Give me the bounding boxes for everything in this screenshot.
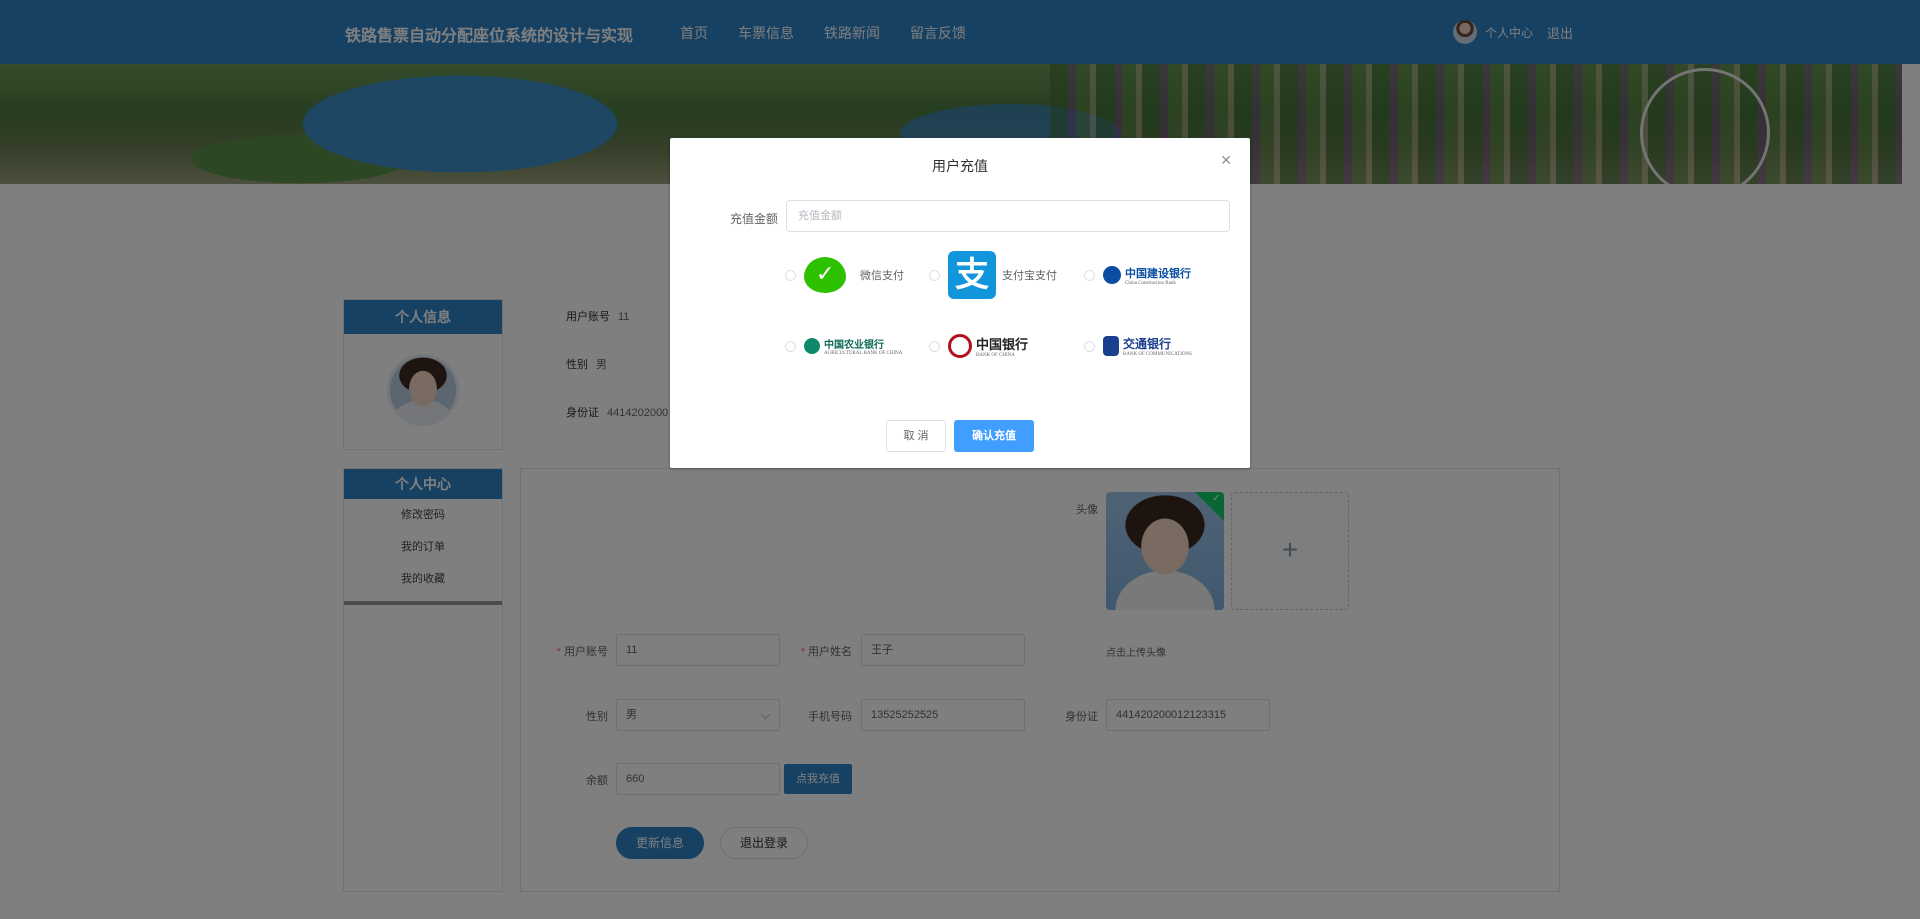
close-icon[interactable]: ✕ (1220, 152, 1232, 169)
pay-option-alipay[interactable]: 支 支付宝支付 (929, 250, 1057, 300)
wechat-pay-label: 微信支付 (860, 270, 904, 282)
radio-ccb[interactable] (1084, 269, 1095, 281)
boc-logo: 中国银行 BANK OF CHINA (948, 334, 1028, 358)
recharge-dialog: 用户充值 ✕ 充值金额 充值金额 微信支付 支 支付宝支付 中国建设银行Chin… (670, 138, 1250, 468)
abc-name: 中国农业银行 (824, 340, 884, 351)
radio-abc[interactable] (785, 340, 796, 352)
pay-option-bocom[interactable]: 交通银行 BANK OF COMMUNICATIONS (1084, 321, 1192, 371)
radio-boc[interactable] (929, 340, 940, 352)
radio-bocom[interactable] (1084, 340, 1095, 352)
abc-logo: 中国农业银行 AGRICULTURAL BANK OF CHINA (804, 336, 902, 356)
bocom-name-en: BANK OF COMMUNICATIONS (1123, 352, 1192, 357)
bocom-logo: 交通银行 BANK OF COMMUNICATIONS (1103, 335, 1192, 357)
pay-option-ccb[interactable]: 中国建设银行 China Construction Bank (1084, 250, 1191, 300)
alipay-icon: 支 (948, 251, 996, 299)
boc-name-en: BANK OF CHINA (976, 353, 1015, 358)
alipay-label: 支付宝支付 (1002, 270, 1057, 282)
wechat-pay-icon (804, 257, 846, 293)
abc-icon (804, 338, 820, 354)
abc-name-en: AGRICULTURAL BANK OF CHINA (824, 351, 903, 356)
ccb-name-en: China Construction Bank (1125, 280, 1176, 286)
dialog-title: 用户充值 (932, 158, 988, 174)
boc-name: 中国银行 (976, 337, 1029, 352)
confirm-recharge-button[interactable]: 确认充值 (954, 420, 1034, 452)
cancel-button[interactable]: 取 消 (886, 420, 946, 452)
amount-label: 充值金额 (730, 212, 779, 226)
boc-icon (948, 334, 972, 358)
pay-option-wechat[interactable]: 微信支付 (785, 250, 904, 300)
bocom-icon (1103, 336, 1119, 356)
radio-alipay[interactable] (929, 269, 940, 281)
ccb-logo: 中国建设银行 China Construction Bank (1103, 265, 1191, 286)
amount-input[interactable]: 充值金额 (786, 200, 1230, 232)
pay-option-boc[interactable]: 中国银行 BANK OF CHINA (929, 321, 1028, 371)
ccb-icon (1103, 266, 1121, 284)
bocom-name: 交通银行 (1123, 337, 1172, 351)
pay-option-abc[interactable]: 中国农业银行 AGRICULTURAL BANK OF CHINA (785, 321, 902, 371)
ccb-name: 中国建设银行 (1125, 267, 1191, 280)
radio-wechat[interactable] (785, 269, 796, 281)
